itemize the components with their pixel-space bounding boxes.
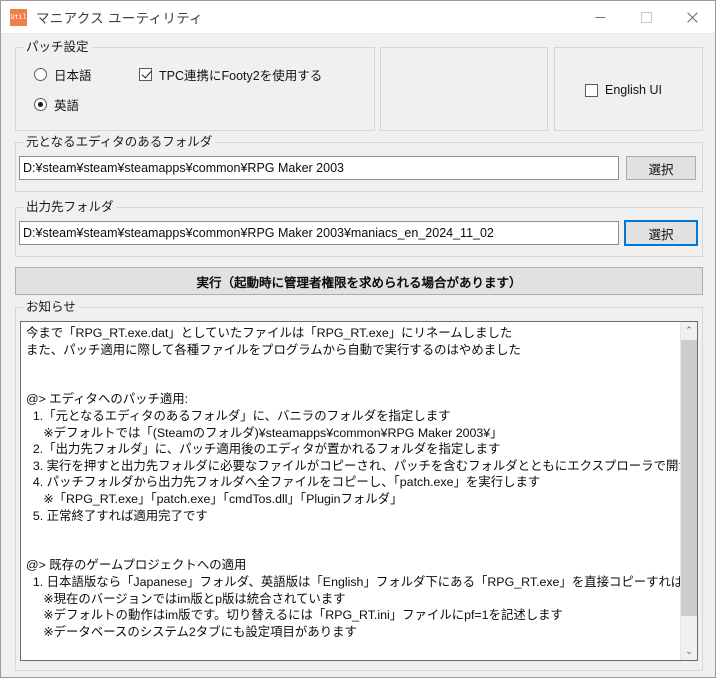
close-icon[interactable] bbox=[669, 1, 715, 33]
maximize-icon[interactable] bbox=[623, 1, 669, 33]
scrollbar-thumb[interactable] bbox=[681, 340, 697, 616]
output-folder-browse-button[interactable]: 選択 bbox=[624, 220, 698, 246]
radio-english[interactable]: 英語 bbox=[34, 95, 79, 114]
checkbox-footy2-label: TPC連携にFooty2を使用する bbox=[159, 69, 323, 83]
source-folder-browse-button[interactable]: 選択 bbox=[626, 156, 696, 180]
radio-english-label: 英語 bbox=[54, 99, 80, 113]
scroll-up-arrow-icon[interactable]: ⌃ bbox=[681, 322, 697, 339]
checkbox-english-ui[interactable]: English UI bbox=[585, 83, 662, 97]
radio-japanese-label: 日本語 bbox=[54, 69, 92, 83]
source-folder-legend: 元となるエディタのあるフォルダ bbox=[23, 135, 216, 149]
notice-text: 今まで「RPG_RT.exe.dat」としていたファイルは「RPG_RT.exe… bbox=[26, 326, 698, 639]
middle-empty-group bbox=[380, 47, 548, 131]
patch-settings-group: パッチ設定 日本語 英語 TPC連携にFooty2を使用する bbox=[15, 40, 375, 131]
checkbox-english-ui-label: English UI bbox=[605, 83, 662, 97]
notice-textarea[interactable]: 今まで「RPG_RT.exe.dat」としていたファイルは「RPG_RT.exe… bbox=[20, 321, 698, 661]
title-bar: Util マニアクス ユーティリティ bbox=[1, 1, 715, 34]
radio-japanese-indicator bbox=[34, 68, 47, 81]
checkbox-footy2-indicator bbox=[139, 68, 152, 81]
radio-japanese[interactable]: 日本語 bbox=[34, 65, 92, 84]
app-icon: Util bbox=[10, 8, 27, 26]
window-title: マニアクス ユーティリティ bbox=[36, 11, 203, 26]
scroll-down-arrow-icon[interactable]: ⌄ bbox=[681, 643, 697, 660]
window-controls bbox=[577, 1, 715, 33]
checkbox-footy2[interactable]: TPC連携にFooty2を使用する bbox=[139, 65, 322, 84]
execute-button[interactable]: 実行（起動時に管理者権限を求められる場合があります） bbox=[15, 267, 703, 295]
output-folder-input[interactable]: D:¥steam¥steam¥steamapps¥common¥RPG Make… bbox=[19, 221, 619, 245]
application-window: Util マニアクス ユーティリティ パッチ設定 日本語 英語 TPC連携にFo… bbox=[0, 0, 716, 678]
notice-scrollbar[interactable]: ⌃ ⌄ bbox=[680, 322, 697, 660]
output-folder-legend: 出力先フォルダ bbox=[23, 200, 117, 214]
source-folder-input[interactable]: D:¥steam¥steam¥steamapps¥common¥RPG Make… bbox=[19, 156, 619, 180]
english-ui-group: English UI bbox=[554, 47, 703, 131]
notice-legend: お知らせ bbox=[23, 300, 79, 314]
checkbox-english-ui-indicator bbox=[585, 83, 598, 97]
radio-english-indicator bbox=[34, 98, 47, 111]
patch-settings-legend: パッチ設定 bbox=[23, 40, 92, 54]
minimize-icon[interactable] bbox=[577, 1, 623, 33]
